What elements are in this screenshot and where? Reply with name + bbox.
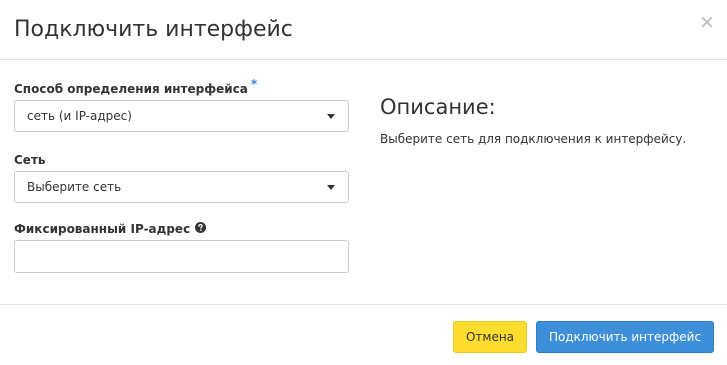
description-text: Выберите сеть для подключения к интерфей… <box>380 132 687 146</box>
network-select[interactable]: Выберите сеть <box>14 171 349 203</box>
fixed-ip-label: Фиксированный IP-адрес <box>14 221 207 238</box>
network-label: Сеть <box>14 153 46 167</box>
chevron-down-icon <box>327 114 335 119</box>
attach-interface-button[interactable]: Подключить интерфейс <box>536 321 714 353</box>
attach-interface-dialog: Подключить интерфейс × Способ определени… <box>0 0 727 365</box>
description-title: Описание: <box>380 95 496 119</box>
fixed-ip-label-text: Фиксированный IP-адрес <box>14 222 191 236</box>
dialog-body: Способ определения интерфейса * сеть (и I… <box>0 60 727 304</box>
required-asterisk: * <box>250 77 258 91</box>
close-icon[interactable]: × <box>699 12 715 32</box>
interface-method-select[interactable]: сеть (и IP-адрес) <box>14 100 349 132</box>
dialog-title: Подключить интерфейс <box>14 17 293 42</box>
interface-method-selected-value: сеть (и IP-адрес) <box>27 109 132 123</box>
network-selected-value: Выберите сеть <box>27 180 122 194</box>
question-circle-icon[interactable] <box>195 221 207 237</box>
chevron-down-icon <box>327 185 335 190</box>
fixed-ip-input[interactable] <box>14 240 349 273</box>
dialog-header: Подключить интерфейс × <box>0 0 727 60</box>
interface-method-label: Способ определения интерфейса * <box>14 77 257 97</box>
interface-method-label-text: Способ определения интерфейса <box>14 82 248 96</box>
dialog-footer: Отмена Подключить интерфейс <box>0 304 727 365</box>
cancel-button[interactable]: Отмена <box>453 321 527 353</box>
